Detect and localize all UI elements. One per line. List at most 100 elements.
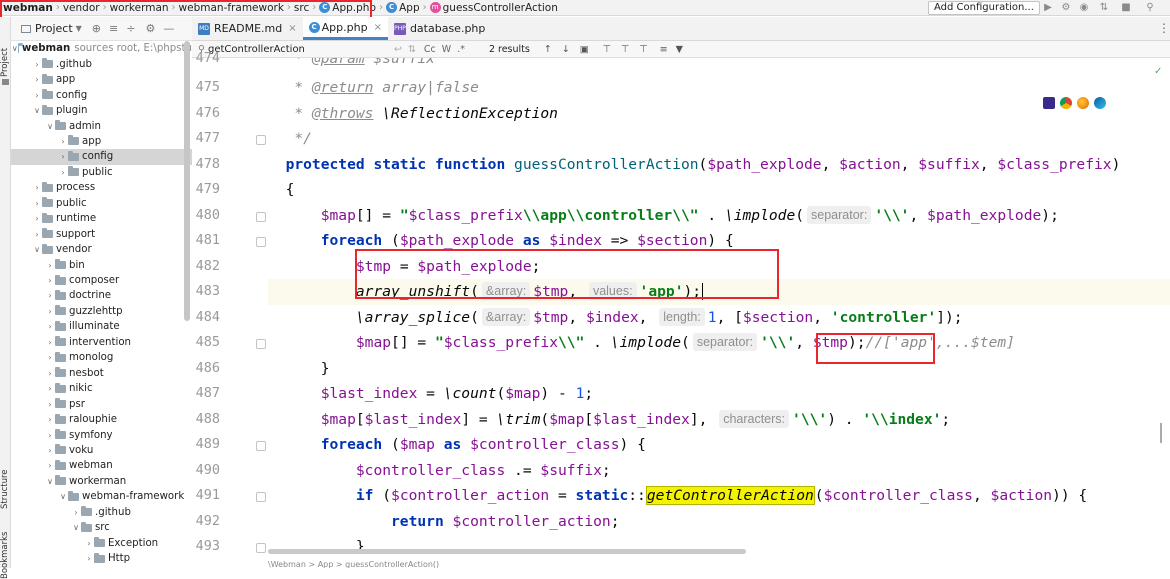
- run-icon[interactable]: ▶: [1041, 1, 1055, 15]
- chevron-right-icon[interactable]: ›: [32, 230, 42, 239]
- tree-item[interactable]: ∨ vendor: [11, 242, 192, 258]
- chevron-right-icon[interactable]: ›: [45, 384, 55, 393]
- previous-occurrence-icon[interactable]: ↑: [544, 44, 552, 55]
- chevron-right-icon[interactable]: ›: [45, 307, 55, 316]
- fold-marker[interactable]: [256, 237, 266, 247]
- debug-icon[interactable]: ⚙: [1059, 1, 1073, 15]
- fold-marker[interactable]: [256, 135, 266, 145]
- chevron-right-icon[interactable]: ›: [58, 137, 68, 146]
- close-icon[interactable]: ×: [374, 22, 382, 33]
- chevron-right-icon[interactable]: ›: [32, 75, 42, 84]
- edge-icon[interactable]: [1094, 97, 1106, 109]
- tree-item[interactable]: › support: [11, 226, 192, 242]
- stop-icon[interactable]: ■: [1119, 1, 1133, 15]
- chevron-right-icon[interactable]: ›: [45, 322, 55, 331]
- chevron-right-icon[interactable]: ›: [45, 291, 55, 300]
- chevron-right-icon[interactable]: ›: [32, 60, 42, 69]
- chevron-right-icon[interactable]: ›: [32, 199, 42, 208]
- tree-item[interactable]: › Exception: [11, 535, 192, 551]
- gear-icon[interactable]: ⚙: [145, 22, 155, 35]
- chevron-down-icon[interactable]: ∨: [32, 245, 42, 254]
- chevron-right-icon[interactable]: ›: [45, 461, 55, 470]
- chevron-right-icon[interactable]: ›: [32, 91, 42, 100]
- breadcrumb-item[interactable]: App: [399, 2, 420, 14]
- project-tool-tab[interactable]: Project: [0, 39, 11, 77]
- editor-tab[interactable]: PHP database.php: [388, 17, 491, 40]
- project-view-label[interactable]: Project: [35, 22, 73, 35]
- history-icon[interactable]: ⇅: [408, 44, 416, 55]
- chevron-right-icon[interactable]: ›: [45, 415, 55, 424]
- tree-item[interactable]: › app: [11, 72, 192, 88]
- tree-item[interactable]: › illuminate: [11, 319, 192, 335]
- tree-item[interactable]: › guzzlehttp: [11, 304, 192, 320]
- tree-item[interactable]: › nesbot: [11, 365, 192, 381]
- chevron-right-icon[interactable]: ›: [32, 183, 42, 192]
- editor-scroll-marker[interactable]: [1160, 423, 1166, 443]
- remove-selection-icon[interactable]: ⊤: [621, 44, 629, 55]
- chevron-right-icon[interactable]: ›: [58, 152, 68, 161]
- close-icon[interactable]: ×: [288, 23, 296, 34]
- tree-item[interactable]: ∨ src: [11, 520, 192, 536]
- tree-item[interactable]: › composer: [11, 273, 192, 289]
- next-occurrence-icon[interactable]: ↓: [562, 44, 570, 55]
- tree-item[interactable]: › intervention: [11, 335, 192, 351]
- tree-item[interactable]: › config: [11, 87, 192, 103]
- code-editor[interactable]: * @param $suffix * @return array|false *…: [268, 58, 1170, 563]
- tree-item[interactable]: › app: [11, 134, 192, 150]
- chevron-down-icon[interactable]: ∨: [45, 477, 55, 486]
- add-selection-icon[interactable]: ⊤: [603, 44, 611, 55]
- breadcrumb-item[interactable]: guessControllerAction: [443, 2, 558, 14]
- chevron-right-icon[interactable]: ›: [45, 400, 55, 409]
- tree-item[interactable]: ∨ webman sources root, E:\phpstu: [11, 41, 192, 57]
- search-everywhere-icon[interactable]: ⚲: [1143, 1, 1157, 15]
- chevron-right-icon[interactable]: ›: [84, 539, 94, 548]
- search-input[interactable]: getControllerAction: [208, 44, 388, 55]
- fold-marker[interactable]: [256, 441, 266, 451]
- chevron-right-icon[interactable]: ›: [45, 261, 55, 270]
- tree-item[interactable]: › symfony: [11, 427, 192, 443]
- editor-horizontal-scrollbar[interactable]: [268, 549, 746, 554]
- collapse-all-icon[interactable]: ÷: [126, 22, 135, 35]
- tree-item[interactable]: › Http: [11, 551, 192, 567]
- tree-item[interactable]: › .github: [11, 505, 192, 521]
- chevron-right-icon[interactable]: ›: [45, 369, 55, 378]
- select-all-icon[interactable]: ▣: [580, 44, 589, 55]
- tree-item[interactable]: › config: [11, 149, 192, 165]
- chevron-right-icon[interactable]: ›: [45, 353, 55, 362]
- regex-toggle[interactable]: .*: [457, 44, 465, 55]
- chevron-down-icon[interactable]: ∨: [58, 492, 68, 501]
- chevron-right-icon[interactable]: ›: [45, 431, 55, 440]
- chrome-icon[interactable]: [1060, 97, 1072, 109]
- tree-item[interactable]: › ralouphie: [11, 412, 192, 428]
- phpstorm-browser-icon[interactable]: [1043, 97, 1055, 109]
- tree-item[interactable]: › monolog: [11, 350, 192, 366]
- firefox-icon[interactable]: [1077, 97, 1089, 109]
- chevron-down-icon[interactable]: ▼: [76, 24, 82, 33]
- tree-item[interactable]: › webman: [11, 458, 192, 474]
- select-all-occurrences-icon[interactable]: ⊤: [639, 44, 647, 55]
- add-configuration-button[interactable]: Add Configuration...: [928, 1, 1040, 15]
- tree-scrollbar[interactable]: [184, 41, 190, 321]
- fold-marker[interactable]: [256, 212, 266, 222]
- chevron-right-icon[interactable]: ›: [32, 214, 42, 223]
- chevron-right-icon[interactable]: ›: [45, 276, 55, 285]
- chevron-down-icon[interactable]: ∨: [71, 523, 81, 532]
- chevron-right-icon[interactable]: ›: [84, 554, 94, 563]
- tree-item[interactable]: ∨ workerman: [11, 474, 192, 490]
- tree-item[interactable]: › runtime: [11, 211, 192, 227]
- chevron-down-icon[interactable]: ∨: [45, 122, 55, 131]
- chevron-right-icon[interactable]: ›: [45, 338, 55, 347]
- bookmarks-tool-tab[interactable]: Bookmarks: [0, 527, 11, 579]
- editor-tab[interactable]: C App.php ×: [302, 17, 388, 40]
- tree-item[interactable]: › nikic: [11, 381, 192, 397]
- tree-item[interactable]: › bin: [11, 257, 192, 273]
- more-tabs-icon[interactable]: ⋮: [1158, 21, 1170, 35]
- tree-item[interactable]: › public: [11, 165, 192, 181]
- tree-item[interactable]: ∨ plugin: [11, 103, 192, 119]
- tree-item[interactable]: ∨ webman-framework: [11, 489, 192, 505]
- git-icon[interactable]: ⇅: [1097, 1, 1111, 15]
- chevron-right-icon[interactable]: ›: [58, 168, 68, 177]
- tree-item[interactable]: › psr: [11, 396, 192, 412]
- coverage-icon[interactable]: ◉: [1077, 1, 1091, 15]
- chevron-right-icon[interactable]: ›: [45, 446, 55, 455]
